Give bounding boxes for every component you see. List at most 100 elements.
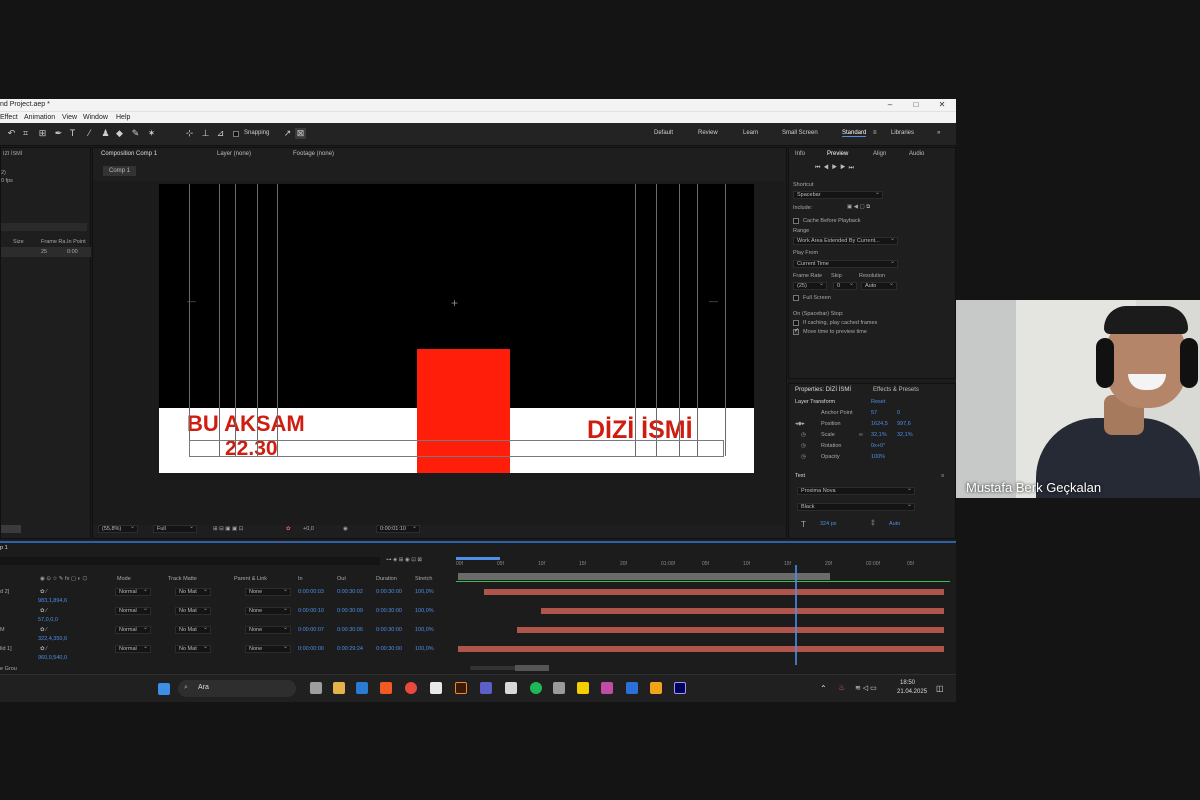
layer-matte-dropdown[interactable]: No Mat	[175, 606, 211, 615]
frame-rate-dropdown[interactable]: (25)	[793, 281, 827, 290]
tab-preview[interactable]: Preview	[827, 151, 848, 157]
composition-viewer[interactable]: BU AKSAM 22.30 DİZİ İSMİ + — — (55,8%) F…	[93, 181, 785, 533]
layer-in[interactable]: 0:00:00:10	[298, 608, 324, 614]
layer-stretch[interactable]: 100,0%	[415, 608, 434, 614]
eraser-tool-icon[interactable]: ◆	[114, 128, 125, 139]
layer-in[interactable]: 0:00:00:07	[298, 627, 324, 633]
prop-position-x[interactable]: 1624,5	[871, 421, 888, 427]
layer-duration-bar[interactable]	[484, 589, 944, 595]
cache-checkbox[interactable]	[793, 218, 799, 224]
workspace-review[interactable]: Review	[698, 130, 718, 136]
layer-stretch[interactable]: 100,0%	[415, 627, 434, 633]
timeline-switch-icons[interactable]: ⊶ ◈ ⊞ ◉ ⊡ ⊠	[386, 557, 422, 563]
calendar-app-icon[interactable]	[505, 682, 517, 694]
layer-name[interactable]: lid 1]	[0, 646, 12, 652]
view-axis-icon[interactable]: ⊿	[215, 128, 226, 139]
column-stretch[interactable]: Stretch	[415, 576, 432, 582]
tray-chevron-icon[interactable]: ⌃	[820, 684, 827, 693]
menu-help[interactable]: Help	[116, 112, 130, 123]
snapping-checkbox[interactable]	[233, 131, 239, 137]
layer-stretch[interactable]: 100,0%	[415, 646, 434, 652]
clock-time[interactable]: 18:50	[900, 680, 915, 686]
vlc-icon[interactable]	[650, 682, 662, 694]
layer-parent-dropdown[interactable]: None	[245, 644, 291, 653]
reset-link[interactable]: Reset	[871, 399, 885, 405]
font-size-value[interactable]: 324 px	[820, 521, 837, 527]
text-bu-aksam[interactable]: BU AKSAM	[187, 411, 305, 437]
playhead[interactable]	[795, 565, 797, 665]
tab-layer[interactable]: Layer (none)	[217, 151, 251, 157]
timeline-tab[interactable]: p 1	[0, 545, 8, 551]
tab-footage[interactable]: Footage (none)	[293, 151, 334, 157]
photos-icon[interactable]	[601, 682, 613, 694]
layer-out[interactable]: 0:00:30:02	[337, 589, 363, 595]
skip-dropdown[interactable]: 0	[833, 281, 857, 290]
workspace-learn[interactable]: Learn	[743, 130, 758, 136]
rotate-tool-icon[interactable]: ↶	[6, 128, 17, 139]
windows-start-icon[interactable]	[158, 683, 170, 695]
menu-window[interactable]: Window	[83, 112, 108, 123]
layer-out[interactable]: 0:00:30:09	[337, 608, 363, 614]
menu-view[interactable]: View	[62, 112, 77, 123]
font-family-dropdown[interactable]: Proxima Nova	[797, 486, 915, 495]
tab-info[interactable]: Info	[795, 151, 805, 157]
illustrator-icon[interactable]	[455, 682, 467, 694]
document-app-icon[interactable]	[430, 682, 442, 694]
stopwatch-icon[interactable]: ◷	[801, 454, 806, 460]
expand-workspaces-icon[interactable]: »	[937, 130, 940, 136]
menu-animation[interactable]: Animation	[24, 112, 55, 123]
play-from-dropdown[interactable]: Current Time	[793, 259, 898, 268]
timeline-scrollbar[interactable]	[515, 665, 549, 671]
resolution-dropdown[interactable]: Auto	[861, 281, 897, 290]
resolution-dropdown[interactable]: Full	[153, 524, 197, 533]
layer-parent-dropdown[interactable]: None	[245, 625, 291, 634]
clone-stamp-tool-icon[interactable]: ♟	[100, 128, 111, 139]
puppet-tool-icon[interactable]: ✶	[146, 128, 157, 139]
camera-tool-icon[interactable]: ⌗	[20, 128, 31, 139]
outlook-icon[interactable]	[356, 682, 368, 694]
layer-mode-dropdown[interactable]: Normal	[115, 606, 151, 615]
font-style-dropdown[interactable]: Black	[797, 502, 915, 511]
layer-duration-bar[interactable]	[541, 608, 944, 614]
close-button[interactable]: ✕	[935, 99, 949, 111]
settings-app-icon[interactable]	[553, 682, 565, 694]
obs-icon[interactable]	[626, 682, 638, 694]
layer-switches[interactable]: ✿ ⁄	[40, 627, 47, 633]
timeline-layer-row[interactable]: lid 1] ✿ ⁄ Normal No Mat None 0:00:00:00 0:00:…	[0, 644, 455, 654]
column-size[interactable]: Size	[13, 239, 24, 245]
view-options-icons[interactable]: ⊞ ⊟ ▣ ▣ ⊡	[213, 526, 243, 532]
layer-property-value[interactable]: 983,1,894,6	[38, 598, 67, 604]
prop-position-y[interactable]: 997,6	[897, 421, 911, 427]
snapshot-icon[interactable]: ◉	[343, 526, 348, 532]
tab-properties[interactable]: Properties: DİZİ İSMİ	[795, 387, 851, 393]
minimize-button[interactable]: –	[883, 99, 897, 111]
tab-align[interactable]: Align	[873, 151, 886, 157]
column-track-matte[interactable]: Track Matte	[168, 576, 197, 582]
world-axis-icon[interactable]: ⊥	[200, 128, 211, 139]
layer-switches[interactable]: ✿ ⁄	[40, 589, 47, 595]
composition-canvas[interactable]: BU AKSAM 22.30 DİZİ İSMİ + — —	[159, 184, 754, 473]
stopwatch-icon[interactable]: ◷	[801, 432, 806, 438]
layer-duration-bar[interactable]	[517, 627, 944, 633]
stop-option1-checkbox[interactable]	[793, 320, 799, 326]
snap-option-icon[interactable]: ↗	[282, 128, 293, 139]
layer-matte-dropdown[interactable]: No Mat	[175, 644, 211, 653]
text-section-menu-icon[interactable]: ≡	[941, 473, 944, 479]
layer-mode-dropdown[interactable]: Normal	[115, 587, 151, 596]
leading-value[interactable]: Auto	[889, 521, 900, 527]
type-tool-icon[interactable]: T	[67, 128, 78, 139]
notification-icon[interactable]: ◫	[936, 684, 944, 693]
playback-controls[interactable]: ⏮◀▶▶⏭	[815, 165, 857, 172]
prop-scale-x[interactable]: 32,1%	[871, 432, 887, 438]
tray-app-icon[interactable]: ♨	[838, 683, 845, 692]
layer-parent-dropdown[interactable]: None	[245, 587, 291, 596]
pan-behind-tool-icon[interactable]: ⊞	[37, 128, 48, 139]
prop-scale-y[interactable]: 32,1%	[897, 432, 913, 438]
exposure-value[interactable]: +0,0	[303, 526, 314, 532]
project-row[interactable]: 25 0:00	[1, 247, 91, 257]
prop-anchor-x[interactable]: 57	[871, 410, 877, 416]
taskbar-search[interactable]: ⌕ Ara	[178, 680, 296, 697]
workspace-menu-icon[interactable]: ≡	[873, 130, 877, 136]
wifi-volume-battery-icons[interactable]: ≋ ◁ ▭	[855, 684, 877, 692]
miro-icon[interactable]	[577, 682, 589, 694]
